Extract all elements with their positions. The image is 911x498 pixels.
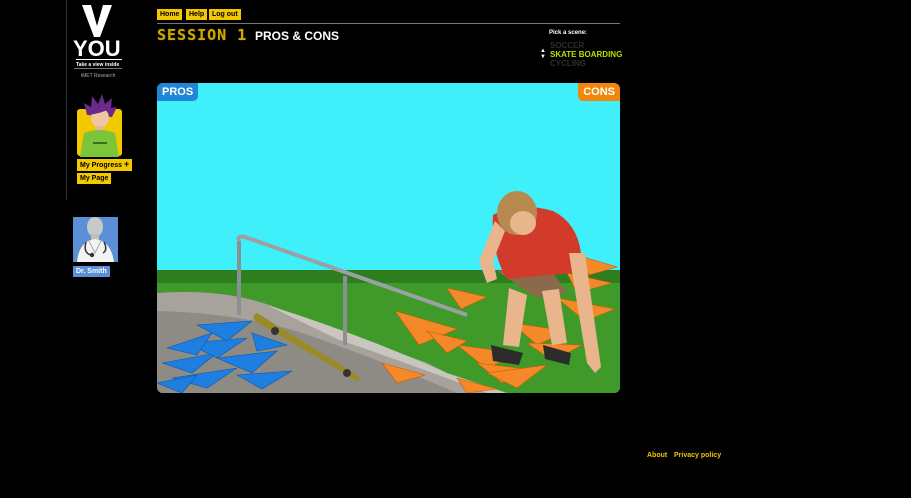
about-link[interactable]: About xyxy=(647,452,667,459)
doctor-stethoscope-icon xyxy=(77,217,114,262)
page-title: PROS & CONS xyxy=(255,29,340,43)
logo-underline xyxy=(76,59,122,60)
logo-v-mark xyxy=(82,5,112,37)
research-credit: iMET Research xyxy=(81,73,116,79)
user-avatar[interactable] xyxy=(77,94,122,157)
avatar-figure xyxy=(80,94,119,157)
cons-tab[interactable]: CONS xyxy=(578,83,620,101)
privacy-policy-link[interactable]: Privacy policy xyxy=(674,452,721,459)
scene-option-skateboarding[interactable]: SKATE BOARDING xyxy=(550,50,622,59)
my-page-button[interactable]: My Page xyxy=(77,173,112,184)
tagline-divider xyxy=(74,68,122,69)
scene-down-arrow-icon[interactable]: ▼ xyxy=(540,54,546,60)
help-button[interactable]: Help xyxy=(186,9,208,20)
session-label: SESSION 1 xyxy=(157,26,248,44)
header-divider xyxy=(157,23,620,24)
doctor-name-button[interactable]: Dr. Smith xyxy=(73,266,110,277)
logout-button[interactable]: Log out xyxy=(209,9,241,20)
scene-panel[interactable]: PROS CONS xyxy=(157,83,620,393)
doctor-avatar[interactable] xyxy=(73,217,118,262)
pros-tab[interactable]: PROS xyxy=(157,83,199,101)
my-progress-button[interactable]: My Progress + xyxy=(77,159,133,171)
plus-icon: + xyxy=(124,159,130,169)
sidebar-divider xyxy=(66,0,67,200)
scene-scroll-arrows[interactable]: ▲ ▼ xyxy=(540,48,546,60)
my-progress-label: My Progress xyxy=(80,162,123,169)
home-button[interactable]: Home xyxy=(157,9,183,20)
scene-picker-label: Pick a scene: xyxy=(549,30,588,36)
scene-option-cycling[interactable]: CYCLING xyxy=(550,59,586,68)
scene-option-soccer[interactable]: SOCCER xyxy=(550,41,584,50)
skateboard-scene xyxy=(157,191,620,393)
